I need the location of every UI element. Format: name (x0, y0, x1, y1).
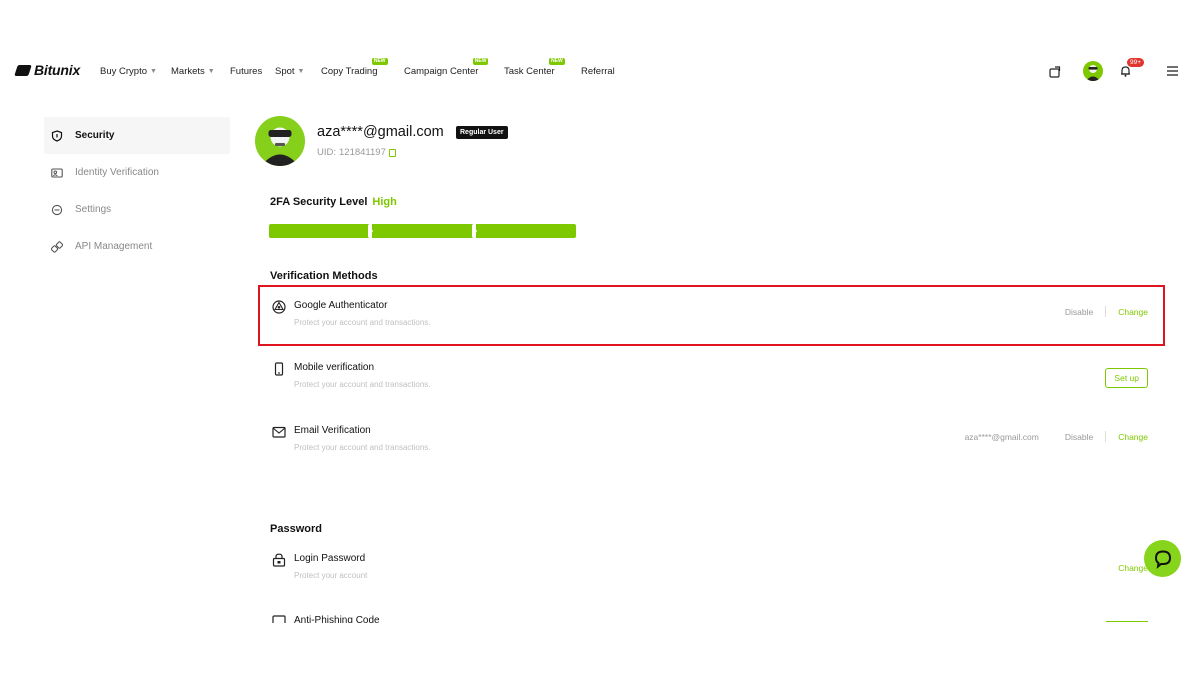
uid-label: UID: (317, 147, 336, 158)
avatar[interactable] (1083, 61, 1103, 81)
method-description: Protect your account (294, 571, 368, 580)
method-description: Protect your account and transactions. (294, 380, 431, 389)
chat-support-button[interactable] (1144, 540, 1181, 577)
new-badge: NEW (472, 58, 489, 65)
nav-futures[interactable]: Futures (230, 66, 262, 77)
action-button-edge (1106, 621, 1148, 622)
method-mobile-verification: Mobile verification Protect your account… (270, 356, 1148, 400)
verification-methods-title: Verification Methods (270, 270, 378, 282)
sidebar: Security Identity Verification Settings … (44, 117, 230, 265)
security-level-value: High (372, 196, 397, 208)
sidebar-item-security[interactable]: Security (44, 117, 230, 154)
change-button[interactable]: Change (1118, 563, 1148, 573)
method-actions: Change (1118, 563, 1148, 573)
security-level-bar (269, 224, 576, 238)
security-level: 2FA Security Level High (270, 196, 397, 208)
level-separator (368, 224, 374, 238)
password-section-title: Password (270, 523, 322, 535)
id-card-icon (51, 167, 63, 178)
method-title: Login Password (294, 553, 366, 564)
setup-button[interactable]: Set up (1105, 368, 1148, 388)
sidebar-item-settings[interactable]: Settings (44, 191, 230, 228)
chevron-down-icon: ▼ (150, 68, 157, 75)
change-button[interactable]: Change (1118, 432, 1148, 442)
user-uid: UID: 121841197 (317, 147, 396, 158)
new-badge: NEW (371, 58, 388, 65)
logo-mark-icon (14, 64, 32, 76)
security-level-label: 2FA Security Level (270, 196, 368, 208)
method-description: Protect your account and transactions. (294, 443, 431, 452)
copy-icon[interactable] (388, 148, 396, 157)
method-title: Email Verification (294, 425, 371, 436)
chat-bubble-icon (1154, 549, 1171, 569)
bound-email: aza****@gmail.com (964, 431, 1039, 442)
chevron-down-icon: ▼ (297, 68, 305, 75)
password-anti-phishing: Anti-Phishing Code (270, 612, 1150, 623)
sidebar-item-label: API Management (75, 241, 153, 252)
nav-task-center[interactable]: Task Center NEW (504, 58, 565, 77)
level-segment (475, 224, 576, 238)
api-link-icon (51, 240, 63, 253)
level-segment (372, 224, 473, 238)
method-title: Mobile verification (294, 362, 375, 373)
sidebar-item-identity-verification[interactable]: Identity Verification (44, 154, 230, 191)
sidebar-item-label: Identity Verification (75, 167, 159, 178)
hamburger-icon[interactable] (1166, 66, 1178, 76)
anti-phishing-icon (272, 615, 286, 623)
nav-referral[interactable]: Referral (581, 66, 615, 77)
avatar[interactable] (255, 116, 305, 166)
nav-spot[interactable]: Spot ▼ (275, 66, 304, 77)
method-title: Anti-Phishing Code (294, 615, 380, 623)
level-separator (471, 224, 477, 238)
user-level-badge: Regular User (456, 126, 508, 139)
nav-campaign-center[interactable]: Campaign Center NEW (404, 58, 489, 77)
lock-icon (272, 553, 286, 567)
method-actions: Set up (1105, 368, 1148, 388)
disable-button[interactable]: Disable (1065, 432, 1093, 442)
wallet-transfer-icon[interactable] (1048, 65, 1061, 78)
nav-markets[interactable]: Markets ▼ (171, 66, 215, 77)
sidebar-item-label: Settings (75, 204, 112, 215)
email-icon (272, 426, 286, 438)
bell-icon[interactable]: 99+ (1119, 58, 1145, 78)
brand-logo[interactable]: Bitunix (14, 62, 81, 78)
method-actions: aza****@gmail.com Disable Change (965, 431, 1148, 442)
nav-copy-trading[interactable]: Copy Trading NEW (321, 58, 388, 77)
highlight-annotation (258, 285, 1165, 346)
method-email-verification: Email Verification Protect your account … (270, 419, 1148, 463)
mobile-phone-icon (274, 362, 284, 376)
new-badge: NEW (549, 58, 565, 65)
sidebar-item-label: Security (75, 130, 115, 141)
level-segment (269, 224, 370, 238)
action-divider (1105, 431, 1107, 442)
chevron-down-icon: ▼ (207, 68, 215, 75)
password-login: Login Password Protect your account Chan… (270, 547, 1148, 591)
settings-icon (51, 204, 63, 215)
notification-count-badge: 99+ (1127, 58, 1145, 68)
uid-value: 121841197 (339, 147, 386, 158)
sidebar-item-api-management[interactable]: API Management (44, 228, 230, 265)
brand-name: Bitunix (34, 62, 81, 78)
nav-buy-crypto[interactable]: Buy Crypto ▼ (100, 66, 157, 77)
user-email: aza****@gmail.com (317, 124, 444, 140)
top-navigation: Bitunix Buy Crypto ▼ Markets ▼ Futures Spo… (0, 52, 1200, 90)
shield-icon (51, 129, 63, 142)
